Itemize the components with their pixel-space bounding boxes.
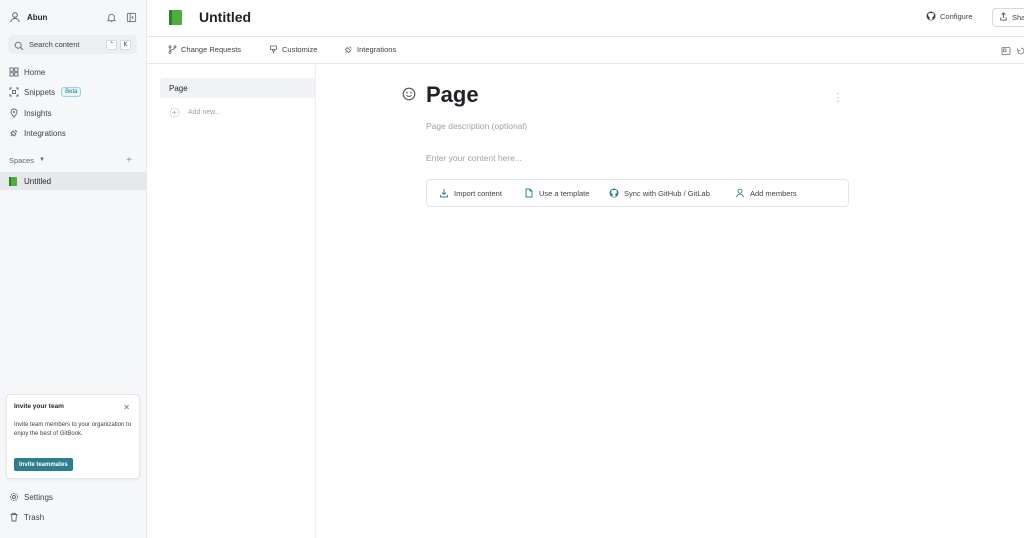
configure-button[interactable]: Configure — [926, 11, 973, 21]
configure-label: Configure — [940, 11, 973, 21]
share-button[interactable]: Share — [992, 8, 1024, 27]
page-title[interactable]: Page — [426, 82, 479, 108]
search-icon — [14, 40, 24, 50]
document-icon — [524, 188, 534, 198]
search-placeholder: Search content — [29, 40, 80, 49]
sidebar-item-label: Insights — [24, 108, 52, 118]
space-book-icon — [169, 10, 182, 25]
use-template-label: Use a template — [539, 188, 590, 198]
import-content-label: Import content — [454, 188, 502, 198]
more-options-icon[interactable]: · · · — [835, 90, 841, 106]
user-icon — [9, 11, 21, 23]
download-icon — [439, 188, 449, 198]
shortcut-key-ctrl: ⌃ — [106, 39, 117, 50]
sidebar-item-label: Snippets — [24, 87, 56, 97]
plug-icon — [344, 45, 353, 54]
chevron-down-icon: ▼ — [39, 157, 45, 163]
user-icon — [735, 188, 745, 198]
tree-item-label: Page — [169, 83, 188, 93]
github-icon — [926, 11, 936, 21]
sidebar-item-trash[interactable]: Trash — [0, 508, 147, 526]
branch-icon — [168, 45, 177, 54]
customize-button[interactable]: Customize — [269, 45, 317, 54]
share-icon — [999, 12, 1008, 23]
spaces-header[interactable]: Spaces ▼ + — [0, 152, 147, 168]
shortcut-key-k: K — [120, 39, 131, 50]
add-space-icon[interactable]: + — [126, 155, 132, 166]
customize-label: Customize — [282, 45, 318, 54]
collapse-sidebar-icon[interactable] — [124, 10, 138, 24]
top-header: Untitled Configure Share — [147, 0, 1024, 37]
spaces-label: Spaces — [9, 155, 35, 165]
insights-icon — [9, 108, 19, 118]
sidebar-item-label: Integrations — [24, 128, 66, 138]
share-label: Share — [1012, 13, 1024, 22]
sync-github-button[interactable]: Sync with GitHub / GitLab — [609, 188, 710, 198]
add-new-page-button[interactable]: Add new... — [169, 107, 221, 118]
home-icon — [9, 67, 19, 77]
invite-title: Invite your team — [14, 403, 64, 410]
quick-actions-bar: Import content Use a template Sync with … — [426, 179, 849, 207]
sidebar-item-label: Home — [24, 67, 46, 77]
close-icon[interactable]: ✕ — [123, 403, 130, 412]
brush-icon — [269, 45, 278, 54]
change-requests-button[interactable]: Change Requests — [168, 45, 241, 54]
layout-icon[interactable] — [1001, 45, 1011, 55]
space-toolbar: Change Requests Customize Integrations — [147, 37, 1024, 64]
invite-team-card: Invite your team ✕ Invite team members t… — [6, 394, 140, 479]
tree-item-page[interactable]: Page — [160, 78, 315, 98]
integrations-icon — [9, 128, 19, 138]
book-icon — [9, 176, 17, 186]
gear-icon — [9, 492, 19, 502]
github-icon — [609, 188, 619, 198]
snippets-icon — [9, 87, 19, 97]
history-icon[interactable] — [1016, 45, 1024, 55]
invite-teammates-button[interactable]: Invite teammates — [14, 458, 73, 471]
add-members-label: Add members — [750, 188, 797, 198]
page-tree: Page Add new... — [147, 64, 316, 538]
import-content-button[interactable]: Import content — [439, 188, 502, 198]
space-label: Untitled — [24, 176, 52, 186]
sidebar-item-settings[interactable]: Settings — [0, 488, 147, 506]
user-name: Abun — [27, 12, 48, 22]
use-template-button[interactable]: Use a template — [524, 188, 589, 198]
beta-badge: Beta — [61, 87, 82, 97]
trash-icon — [9, 512, 19, 522]
search-input[interactable]: Search content ⌃ K — [8, 35, 137, 54]
add-circle-icon — [169, 107, 180, 118]
integrations-label: Integrations — [357, 45, 397, 54]
sidebar: Abun Search content ⌃ K Home Snippets Be… — [0, 0, 147, 538]
sidebar-item-home[interactable]: Home — [0, 63, 147, 81]
change-requests-label: Change Requests — [181, 45, 242, 54]
sidebar-item-space-untitled[interactable]: Untitled — [0, 172, 146, 190]
sync-github-label: Sync with GitHub / GitLab — [624, 188, 710, 198]
space-title[interactable]: Untitled — [199, 9, 251, 25]
page-content-field[interactable]: Enter your content here... — [426, 153, 522, 163]
sidebar-item-integrations[interactable]: Integrations — [0, 124, 147, 142]
add-members-button[interactable]: Add members — [735, 188, 797, 198]
user-menu[interactable]: Abun — [0, 0, 147, 34]
bell-icon[interactable] — [104, 10, 118, 24]
page-description-field[interactable]: Page description (optional) — [426, 121, 527, 131]
invite-description: Invite team members to your organization… — [14, 422, 132, 437]
sidebar-item-label: Trash — [24, 512, 45, 522]
sidebar-item-insights[interactable]: Insights — [0, 104, 147, 122]
editor: Page · · · Page description (optional) Ent… — [316, 64, 1024, 538]
add-new-label: Add new... — [188, 109, 221, 116]
sidebar-item-label: Settings — [24, 492, 53, 502]
smiley-icon[interactable] — [402, 87, 416, 101]
integrations-button[interactable]: Integrations — [344, 45, 396, 54]
toolbar-right-icons — [1001, 45, 1024, 55]
sidebar-item-snippets[interactable]: Snippets Beta — [0, 83, 147, 101]
